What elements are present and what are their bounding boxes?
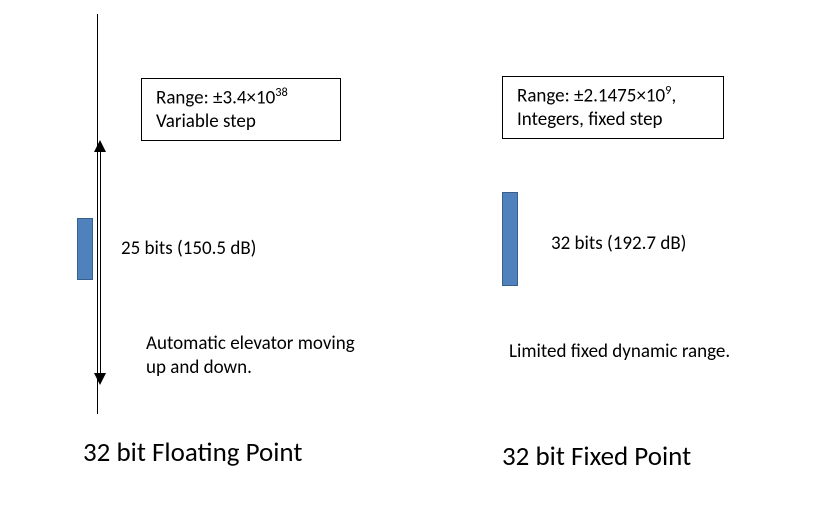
fixed-range-line2: Integers, fixed step (517, 108, 713, 132)
fixed-range-line1: Range: ±2.1475×109, (517, 83, 713, 108)
fixed-bits-label: 32 bits (192.7 dB) (551, 232, 686, 255)
float-axis-line (97, 14, 98, 414)
fixed-range-suffix: , (671, 84, 676, 107)
float-range-value: ±3.4×10 (213, 86, 275, 109)
float-desc-line1: Automatic elevator moving (146, 332, 355, 356)
float-range-line2: Variable step (156, 110, 330, 134)
float-desc-line2: up and down. (146, 356, 355, 380)
float-elevator-bar (77, 218, 93, 280)
float-range-exp: 38 (275, 85, 288, 100)
fixed-range-box: Range: ±2.1475×109, Integers, fixed step (502, 76, 724, 139)
float-title: 32 bit Floating Point (83, 436, 302, 469)
float-arrow-shaft (100, 150, 101, 375)
float-range-prefix: Range: (156, 86, 213, 109)
fixed-range-prefix: Range: (517, 84, 574, 107)
float-description: Automatic elevator moving up and down. (146, 332, 355, 380)
arrow-down-icon (94, 373, 106, 385)
fixed-description: Limited fixed dynamic range. (509, 340, 730, 364)
fixed-title: 32 bit Fixed Point (502, 440, 691, 473)
float-bits-label: 25 bits (150.5 dB) (121, 237, 256, 260)
float-range-box: Range: ±3.4×1038 Variable step (141, 78, 341, 141)
float-range-line1: Range: ±3.4×1038 (156, 85, 330, 110)
fixed-range-value: ±2.1475×10 (574, 84, 665, 107)
fixed-range-bar (502, 192, 518, 286)
